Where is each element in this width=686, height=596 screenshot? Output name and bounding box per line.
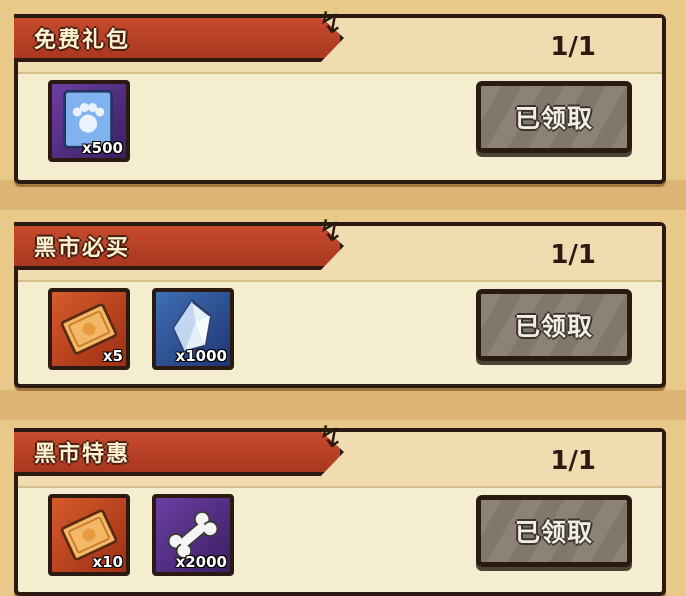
reward-item[interactable]: x1000 xyxy=(152,288,234,370)
claimed-button-label: 已领取 xyxy=(514,518,593,547)
claimed-button[interactable]: 已领取 xyxy=(476,289,632,361)
corner-ornament-icon: ↯ xyxy=(318,6,344,41)
reward-item[interactable]: x10 xyxy=(48,494,130,576)
item-quantity: x1000 xyxy=(175,347,227,365)
reward-item[interactable]: x5 xyxy=(48,288,130,370)
item-quantity: x10 xyxy=(92,553,123,571)
pack-title: 免费礼包 xyxy=(34,28,131,53)
claimed-button[interactable]: 已领取 xyxy=(476,81,632,153)
reward-item[interactable]: x2000 xyxy=(152,494,234,576)
pack-card-blackmarket-musthave: ↯ 黑市必买 1/1 x5 x1000 已领取 xyxy=(14,214,666,388)
purchase-count: 1/1 xyxy=(550,240,596,270)
item-quantity: x5 xyxy=(102,347,123,365)
reward-item[interactable]: x500 xyxy=(48,80,130,162)
corner-ornament-icon: ↯ xyxy=(318,214,344,249)
item-quantity: x500 xyxy=(82,139,123,157)
item-quantity: x2000 xyxy=(175,553,227,571)
pack-title: 黑市必买 xyxy=(34,236,131,261)
purchase-count: 1/1 xyxy=(550,446,596,476)
purchase-count: 1/1 xyxy=(550,32,596,62)
pack-card-blackmarket-special: ↯ 黑市特惠 1/1 x10 x2000 已领取 xyxy=(14,420,666,596)
claimed-button[interactable]: 已领取 xyxy=(476,495,632,567)
pack-title: 黑市特惠 xyxy=(34,442,131,467)
claimed-button-label: 已领取 xyxy=(514,104,593,133)
corner-ornament-icon: ↯ xyxy=(318,420,344,455)
pack-card-free: ↯ 免费礼包 1/1 x500 已领取 xyxy=(14,6,666,184)
claimed-button-label: 已领取 xyxy=(514,312,593,341)
